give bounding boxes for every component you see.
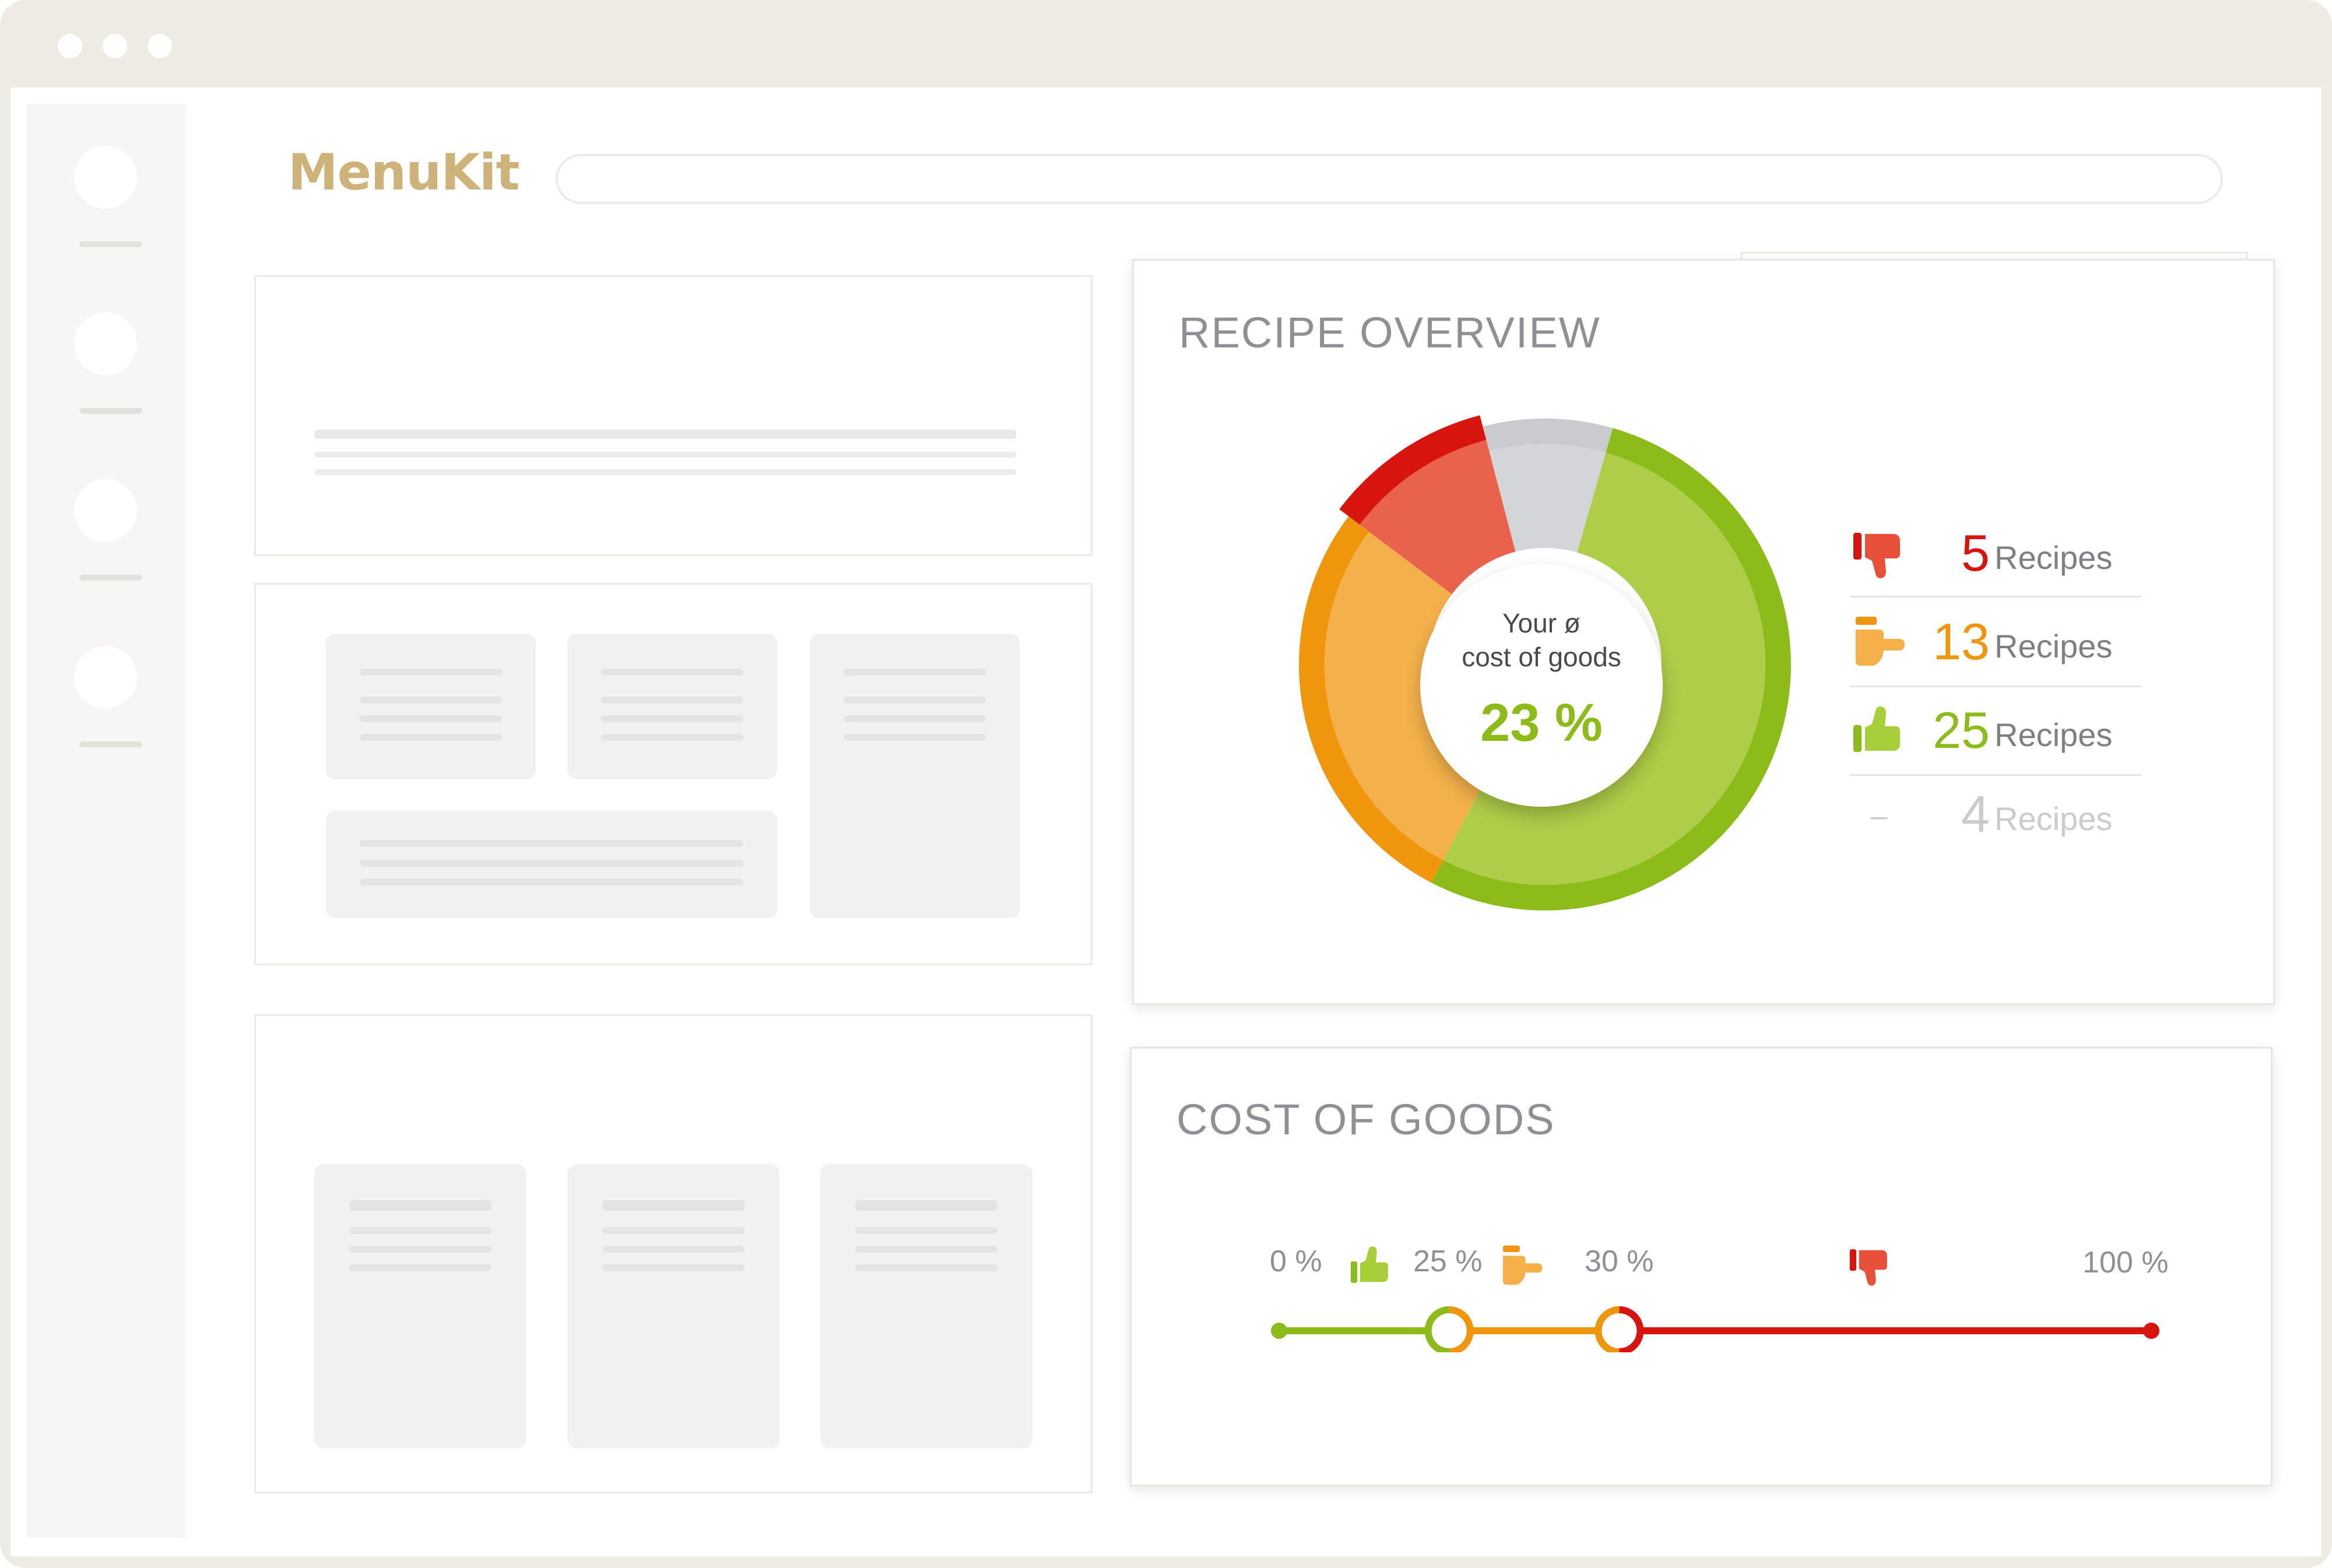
placeholder-line <box>844 734 986 741</box>
window-dot-icon[interactable] <box>58 34 82 58</box>
placeholder-line <box>602 1227 744 1234</box>
placeholder-line <box>844 669 986 676</box>
legend-count: 5 <box>1961 524 1990 582</box>
placeholder-line <box>349 1246 491 1253</box>
placeholder-line <box>360 878 743 885</box>
placeholder-line <box>314 452 1016 458</box>
cost-of-goods-summary: Your ø cost of goods 23 % <box>1420 564 1663 807</box>
sidebar-item-icon[interactable] <box>74 146 137 209</box>
placeholder-line <box>844 715 986 722</box>
legend-label: Recipes <box>1994 800 2113 837</box>
sidebar-item-icon[interactable] <box>74 479 137 542</box>
search-input[interactable] <box>556 154 2223 204</box>
placeholder-line <box>601 697 743 704</box>
legend-row-no-rating[interactable]: – 4 Recipes <box>1850 779 2141 860</box>
placeholder-tile <box>567 634 777 779</box>
slider-start-dot <box>1271 1323 1287 1339</box>
placeholder-line <box>601 715 743 722</box>
placeholder-tile <box>820 1164 1032 1449</box>
legend-label: Recipes <box>1994 539 2113 576</box>
placeholder-tile <box>314 1164 526 1449</box>
slider-end-dot <box>2143 1323 2159 1339</box>
sidebar-item-icon[interactable] <box>74 312 137 375</box>
center-value: 23 % <box>1480 693 1603 753</box>
placeholder-card <box>254 583 1093 965</box>
window-dot-icon[interactable] <box>103 34 127 58</box>
placeholder-line <box>855 1246 998 1253</box>
placeholder-line <box>360 697 502 704</box>
placeholder-line <box>855 1200 998 1211</box>
placeholder-tile <box>810 634 1020 918</box>
sidebar-item-label <box>79 741 142 747</box>
legend-row-thumbs-side[interactable]: 13 Recipes <box>1850 602 2141 683</box>
legend-divider <box>1850 685 2141 687</box>
placeholder-tile <box>567 1164 779 1449</box>
placeholder-line <box>844 697 986 704</box>
placeholder-line <box>602 1246 744 1253</box>
placeholder-tile <box>326 811 777 918</box>
legend-count: 4 <box>1961 785 1990 843</box>
legend-row-thumbs-down[interactable]: 5 Recipes <box>1850 513 2141 595</box>
placeholder-line <box>360 860 743 867</box>
sidebar-item-label <box>79 408 142 414</box>
placeholder-tile <box>326 634 536 779</box>
thumbs-side-icon <box>1856 617 1905 666</box>
legend-label: Recipes <box>1994 716 2113 753</box>
thumbs-down-icon <box>1853 533 1900 578</box>
center-label-line2: cost of goods <box>1462 642 1621 672</box>
app-logo[interactable]: MenuKit <box>288 143 520 202</box>
sidebar-item-label <box>79 241 142 247</box>
legend-count: 25 <box>1933 701 1990 759</box>
placeholder-line <box>349 1227 491 1234</box>
sidebar-item-label <box>79 575 142 581</box>
legend-label: Recipes <box>1994 628 2113 665</box>
cost-of-goods-title: COST OF GOODS <box>1176 1095 1555 1144</box>
placeholder-line <box>601 734 743 741</box>
title-bar <box>0 0 2332 87</box>
placeholder-line <box>855 1227 998 1234</box>
window-dot-icon[interactable] <box>147 34 172 58</box>
placeholder-line <box>602 1264 744 1271</box>
placeholder-line <box>314 469 1016 475</box>
cost-threshold-slider <box>1271 1306 2159 1352</box>
placeholder-card <box>254 1014 1093 1493</box>
placeholder-card <box>254 275 1093 556</box>
center-label-line1: Your ø <box>1502 608 1581 638</box>
legend-divider <box>1850 596 2141 597</box>
placeholder-line <box>360 669 502 676</box>
recipe-overview-title: RECIPE OVERVIEW <box>1179 308 1601 357</box>
placeholder-line <box>360 715 502 722</box>
dash-icon: – <box>1870 799 1888 833</box>
browser-frame: MenuKit RECIPE OVERVIEW Your ø cost of g… <box>0 0 2332 1568</box>
legend-divider <box>1850 774 2141 776</box>
placeholder-line <box>360 734 502 741</box>
slider-handle-green-orange[interactable] <box>1424 1306 1474 1352</box>
placeholder-line <box>360 840 743 847</box>
sidebar <box>27 104 185 1538</box>
slider-handle-orange-red[interactable] <box>1595 1306 1644 1352</box>
sidebar-item-icon[interactable] <box>74 646 137 709</box>
thumbs-up-icon <box>1853 706 1900 752</box>
placeholder-line <box>601 669 743 676</box>
placeholder-line <box>314 430 1016 439</box>
placeholder-line <box>349 1200 491 1211</box>
placeholder-line <box>349 1264 491 1271</box>
placeholder-line <box>602 1200 744 1211</box>
placeholder-line <box>855 1264 998 1271</box>
legend-count: 13 <box>1933 613 1990 670</box>
legend-row-thumbs-up[interactable]: 25 Recipes <box>1850 690 2141 772</box>
